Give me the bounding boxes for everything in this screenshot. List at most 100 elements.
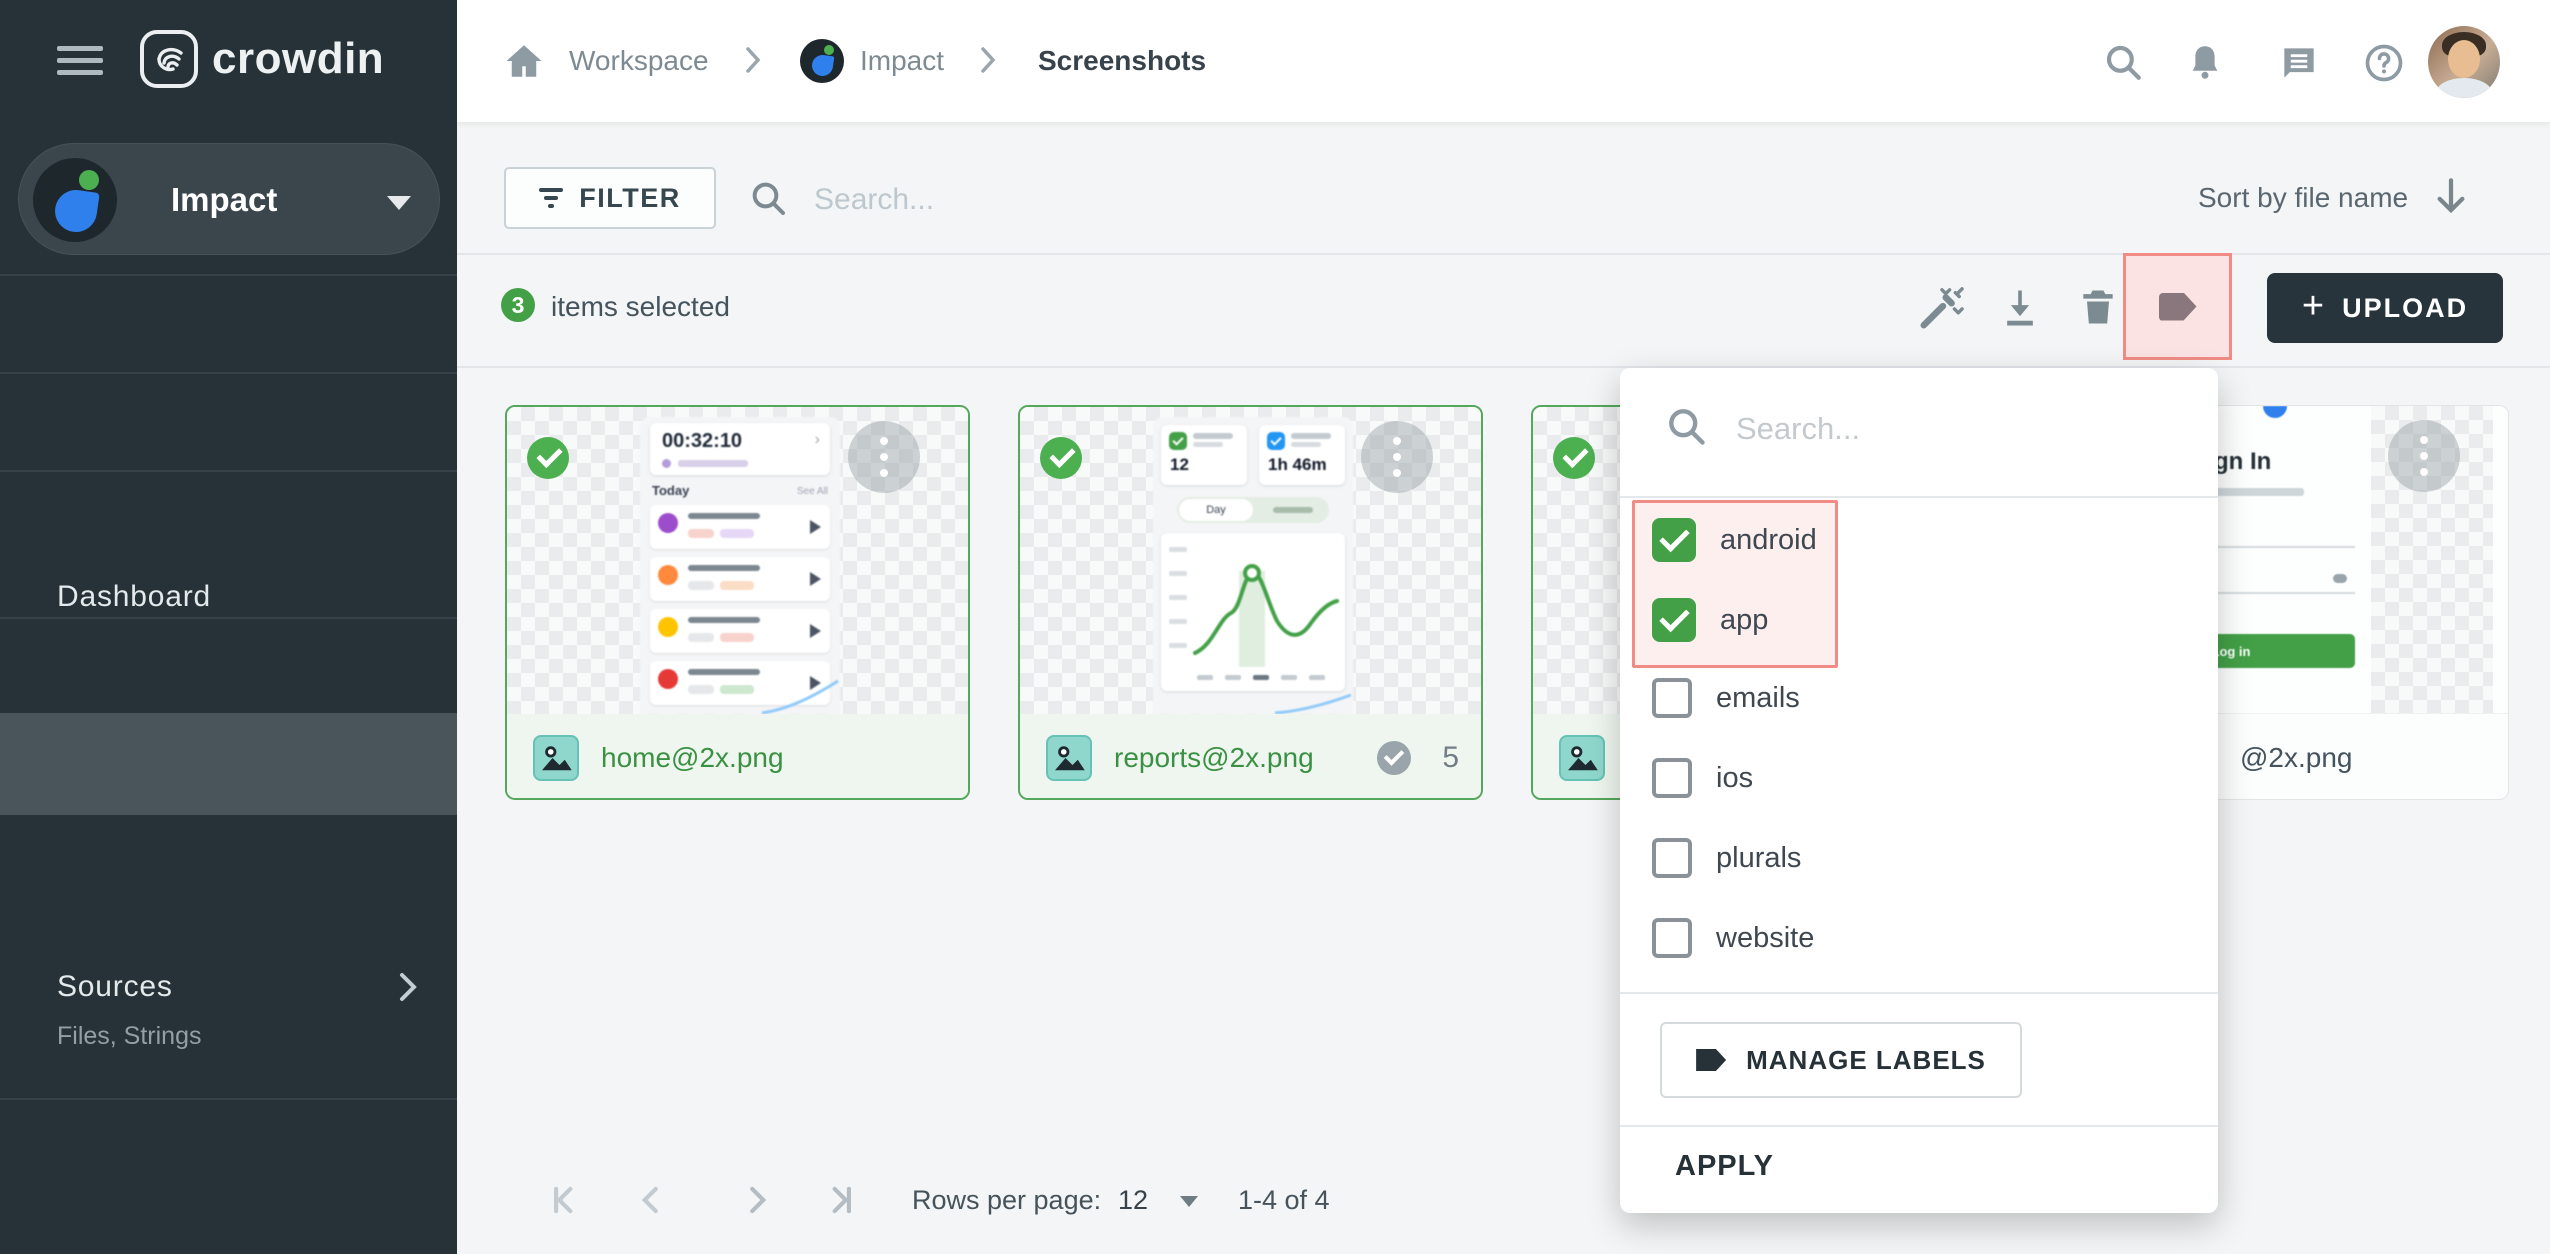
sidebar-item-screenshots[interactable]: Screenshots <box>0 713 457 815</box>
approved-count: 5 <box>1442 741 1459 775</box>
home-icon[interactable] <box>503 40 545 87</box>
trash-icon[interactable] <box>2076 285 2120 334</box>
crowdin-screenshots-page: crowdin Impact Dashboard Workflow Source… <box>0 0 2550 1254</box>
crowdin-logo[interactable]: crowdin <box>140 30 384 88</box>
divider <box>1620 1125 2218 1127</box>
divider <box>457 253 2550 255</box>
bell-icon[interactable] <box>2184 41 2226 88</box>
selected-check-icon[interactable] <box>1040 437 1082 479</box>
divider <box>1620 496 2218 498</box>
sidebar-item-translations[interactable]: Translations <box>0 617 457 713</box>
search-icon <box>1664 404 1708 453</box>
image-file-icon <box>1046 735 1092 781</box>
label-option-emails[interactable]: emails <box>1652 678 1800 718</box>
sidebar-item-dashboard[interactable]: Dashboard <box>0 274 457 372</box>
selected-count-label: items selected <box>551 291 730 323</box>
sort-control[interactable]: Sort by file name <box>2198 167 2468 229</box>
chat-icon[interactable] <box>2277 41 2321 90</box>
label-option-app[interactable]: app <box>1652 598 1768 642</box>
caret-down-icon[interactable] <box>1180 1196 1198 1207</box>
chevron-right-icon <box>745 46 761 79</box>
rows-per-page-label: Rows per page: <box>912 1185 1101 1216</box>
card-footer: reports@2x.png 5 <box>1020 714 1481 800</box>
arrow-down-icon <box>2434 176 2468 221</box>
label-tag-icon <box>1696 1049 1726 1071</box>
file-name: home@2x.png <box>601 742 784 774</box>
checkbox-unchecked-icon[interactable] <box>1652 918 1692 958</box>
checkbox-checked-icon[interactable] <box>1652 518 1696 562</box>
user-avatar[interactable] <box>2428 26 2500 98</box>
prev-page-button[interactable] <box>632 1181 670 1224</box>
card-menu-button[interactable] <box>2388 420 2460 492</box>
file-name: @2x.png <box>2240 742 2353 774</box>
assign-label-button[interactable] <box>2123 253 2232 360</box>
sidebar-item-workflow[interactable]: Workflow <box>0 372 457 470</box>
chevron-down-icon <box>387 196 411 210</box>
crowdin-bird-icon <box>140 30 198 88</box>
home-screenshot-thumbnail: 00:32:10 › Today See All <box>640 417 840 714</box>
checkbox-checked-icon[interactable] <box>1652 598 1696 642</box>
card-menu-button[interactable] <box>1361 421 1433 493</box>
filter-icon <box>539 188 563 208</box>
label-option-website[interactable]: website <box>1652 918 1814 958</box>
apply-button[interactable]: APPLY <box>1675 1150 1774 1183</box>
sidebar-item-sources[interactable]: Sources Files, Strings <box>0 470 457 617</box>
divider <box>457 366 2550 368</box>
help-icon[interactable] <box>2362 41 2406 90</box>
labels-search-input[interactable] <box>1736 411 2156 447</box>
label-option-ios[interactable]: ios <box>1652 758 1753 798</box>
checkbox-unchecked-icon[interactable] <box>1652 838 1692 878</box>
next-page-button[interactable] <box>738 1181 776 1224</box>
sidebar-item-tasks[interactable]: Tasks <box>0 815 457 913</box>
divider <box>1620 992 2218 994</box>
checkbox-unchecked-icon[interactable] <box>1652 758 1692 798</box>
breadcrumb-project-icon <box>800 0 844 122</box>
card-menu-button[interactable] <box>848 421 920 493</box>
file-name: reports@2x.png <box>1114 742 1314 774</box>
rows-per-page-select[interactable]: 12 <box>1118 1185 1148 1216</box>
screenshot-search <box>748 168 2088 232</box>
search-icon[interactable] <box>2102 41 2144 88</box>
project-switcher[interactable]: Impact <box>18 143 440 255</box>
project-name: Impact <box>171 144 277 256</box>
plus-icon: + <box>2302 287 2324 325</box>
label-option-plurals[interactable]: plurals <box>1652 838 1801 878</box>
label-option-android[interactable]: android <box>1652 518 1817 562</box>
chevron-right-icon <box>980 46 996 79</box>
search-icon <box>748 178 788 223</box>
sidebar-item-members[interactable]: Members <box>0 913 457 1007</box>
day-week-toggle: Day <box>1177 497 1329 523</box>
reports-screenshot-thumbnail: 12 1h 46m Day <box>1153 417 1353 714</box>
labels-search <box>1664 404 2156 453</box>
breadcrumb-project[interactable]: Impact <box>860 0 944 122</box>
manage-labels-button[interactable]: MANAGE LABELS <box>1660 1022 2022 1098</box>
label-tag-icon <box>2159 293 2197 321</box>
sidebar-item-integrations[interactable]: Integrations <box>0 1007 457 1098</box>
approved-check-icon <box>1377 741 1411 775</box>
auto-tag-wand-icon[interactable] <box>1918 285 1964 336</box>
screenshot-card-home[interactable]: 00:32:10 › Today See All home@2x.png <box>505 405 970 800</box>
selected-check-icon[interactable] <box>527 437 569 479</box>
screenshot-card-reports[interactable]: 12 1h 46m Day <box>1018 405 1483 800</box>
image-file-icon <box>533 735 579 781</box>
hamburger-menu-icon[interactable] <box>57 46 103 78</box>
last-page-button[interactable] <box>822 1181 860 1224</box>
image-file-icon <box>1559 735 1605 781</box>
checkbox-unchecked-icon[interactable] <box>1652 678 1692 718</box>
selected-count-badge: 3 <box>501 288 535 322</box>
brand-name: crowdin <box>212 34 384 84</box>
upload-button[interactable]: + UPLOAD <box>2267 273 2503 343</box>
selected-check-icon[interactable] <box>1553 437 1595 479</box>
labels-dropdown: android app emails ios plurals website M… <box>1620 368 2218 1213</box>
first-page-button[interactable] <box>545 1181 583 1224</box>
card-footer: home@2x.png <box>507 714 968 800</box>
topbar: Workspace Impact Screenshots <box>457 0 2550 122</box>
sidebar-item-reports[interactable]: Reports Overview, Cost estimate, Transl.… <box>0 1098 457 1254</box>
breadcrumb-workspace[interactable]: Workspace <box>569 0 709 122</box>
project-logo-icon <box>33 158 117 242</box>
sidebar: crowdin Impact Dashboard Workflow Source… <box>0 0 457 1254</box>
search-input[interactable] <box>814 183 2014 217</box>
filter-button[interactable]: FILTER <box>504 167 716 229</box>
download-icon[interactable] <box>1998 285 2042 334</box>
page-range-label: 1-4 of 4 <box>1238 1185 1330 1216</box>
